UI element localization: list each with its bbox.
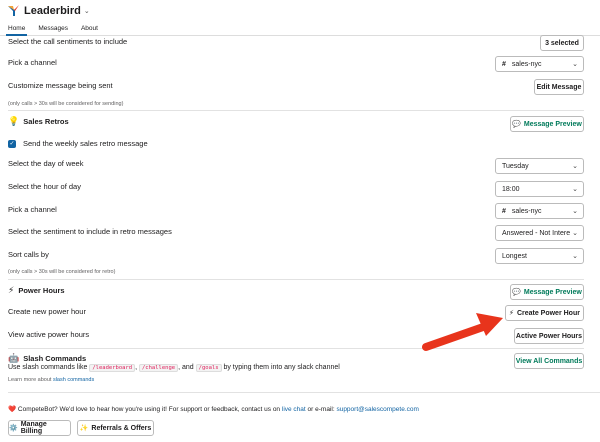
retro-channel-label: Pick a channel [8, 205, 57, 214]
chevron-down-icon[interactable]: ⌄ [84, 7, 90, 15]
hash-icon: # [502, 60, 506, 68]
select-sentiments-label: Select the call sentiments to include [8, 37, 128, 46]
chevron-down-icon: ⌄ [572, 61, 578, 68]
divider [8, 279, 584, 280]
sales-retros-message-preview-button[interactable]: 💬 Message Preview [510, 116, 584, 132]
lightbulb-icon: 💡 [8, 116, 20, 126]
chevron-down-icon: ⌄ [572, 230, 578, 237]
create-power-hour-button[interactable]: ⚡ Create Power Hour [505, 305, 584, 321]
retro-note: (only calls > 30s will be considered for… [8, 269, 116, 275]
app-title[interactable]: Leaderbird [24, 5, 81, 17]
chevron-down-icon: ⌄ [572, 208, 578, 215]
channel-select[interactable]: # sales-nyc ⌄ [495, 56, 584, 72]
lightning-icon: ⚡ [8, 285, 15, 295]
live-chat-link[interactable]: live chat [282, 406, 306, 413]
chevron-down-icon: ⌄ [572, 186, 578, 193]
heart-icon: ❤️ [8, 406, 17, 413]
referrals-offers-button[interactable]: ✨ Referrals & Offers [77, 420, 154, 436]
channel-select-value: sales-nyc [511, 60, 542, 68]
edit-message-button[interactable]: Edit Message [534, 79, 584, 95]
robot-icon: 🤖 [8, 353, 20, 363]
sales-retros-title: 💡 Sales Retros [8, 116, 69, 126]
slash-commands-description: Use slash commands like /leaderboard, /c… [8, 364, 340, 372]
retro-channel-value: sales-nyc [511, 207, 542, 215]
pick-channel-label: Pick a channel [8, 58, 57, 67]
tab-bar: Home Messages About [0, 21, 600, 36]
sort-calls-label: Sort calls by [8, 250, 49, 259]
leaderboard-command: /leaderboard [89, 364, 136, 372]
checkbox-checked-icon[interactable]: ✓ [8, 139, 16, 148]
chevron-down-icon: ⌄ [572, 253, 578, 260]
retro-sentiment-value: Answered - Not Intere [502, 229, 571, 237]
create-power-hour-label: Create new power hour [8, 307, 86, 316]
hour-of-day-value: 18:00 [502, 185, 520, 193]
weekly-retro-checkbox-label: Send the weekly sales retro message [23, 139, 148, 148]
leaderbird-logo-icon [7, 4, 20, 17]
lightning-icon: ⚡ [509, 310, 514, 317]
active-power-hours-button[interactable]: Active Power Hours [514, 328, 584, 344]
retro-sentiment-label: Select the sentiment to include in retro… [8, 227, 172, 236]
sort-calls-value: Longest [502, 252, 527, 260]
divider [8, 392, 600, 393]
gear-icon: ⚙️ [9, 425, 18, 432]
sparkles-icon: ✨ [79, 425, 89, 432]
tab-home[interactable]: Home [5, 21, 28, 36]
divider [8, 348, 584, 349]
slash-commands-link[interactable]: slash commands [53, 377, 94, 383]
view-power-hours-label: View active power hours [8, 330, 90, 339]
power-hours-title: ⚡ Power Hours [8, 285, 65, 295]
hour-of-day-select[interactable]: 18:00 ⌄ [495, 181, 584, 197]
view-all-commands-button[interactable]: View All Commands [514, 353, 584, 369]
chevron-down-icon: ⌄ [572, 163, 578, 170]
challenge-command: /challenge [138, 364, 179, 372]
support-email-link[interactable]: support@salescompete.com [336, 406, 418, 413]
footer-feedback-text: ❤️ CompeteBot? We'd love to hear how you… [8, 406, 419, 413]
sentiments-selected-button[interactable]: 3 selected [540, 35, 584, 51]
day-of-week-select[interactable]: Tuesday ⌄ [495, 158, 584, 174]
slash-commands-title: 🤖 Slash Commands [8, 353, 87, 363]
speech-bubble-icon: 💬 [512, 289, 521, 296]
day-of-week-value: Tuesday [502, 162, 529, 170]
retro-sentiment-select[interactable]: Answered - Not Intere ⌄ [495, 225, 584, 241]
customize-message-label: Customize message being sent [8, 81, 113, 90]
speech-bubble-icon: 💬 [512, 121, 521, 128]
app-header: Leaderbird ⌄ [0, 0, 600, 21]
tab-about[interactable]: About [81, 21, 98, 35]
manage-billing-button[interactable]: ⚙️ Manage Billing [8, 420, 71, 436]
retro-channel-select[interactable]: # sales-nyc ⌄ [495, 203, 584, 219]
day-of-week-label: Select the day of week [8, 159, 84, 168]
weekly-retro-checkbox-row[interactable]: ✓ Send the weekly sales retro message [8, 139, 148, 148]
divider [8, 110, 584, 111]
calls-note: (only calls > 30s will be considered for… [8, 101, 124, 107]
hour-of-day-label: Select the hour of day [8, 182, 81, 191]
goals-command: /goals [195, 364, 222, 372]
learn-more-line: Learn more about slash commands [8, 377, 95, 383]
power-hours-message-preview-button[interactable]: 💬 Message Preview [510, 284, 584, 300]
sort-calls-select[interactable]: Longest ⌄ [495, 248, 584, 264]
hash-icon: # [502, 207, 506, 215]
tab-messages[interactable]: Messages [38, 21, 68, 35]
